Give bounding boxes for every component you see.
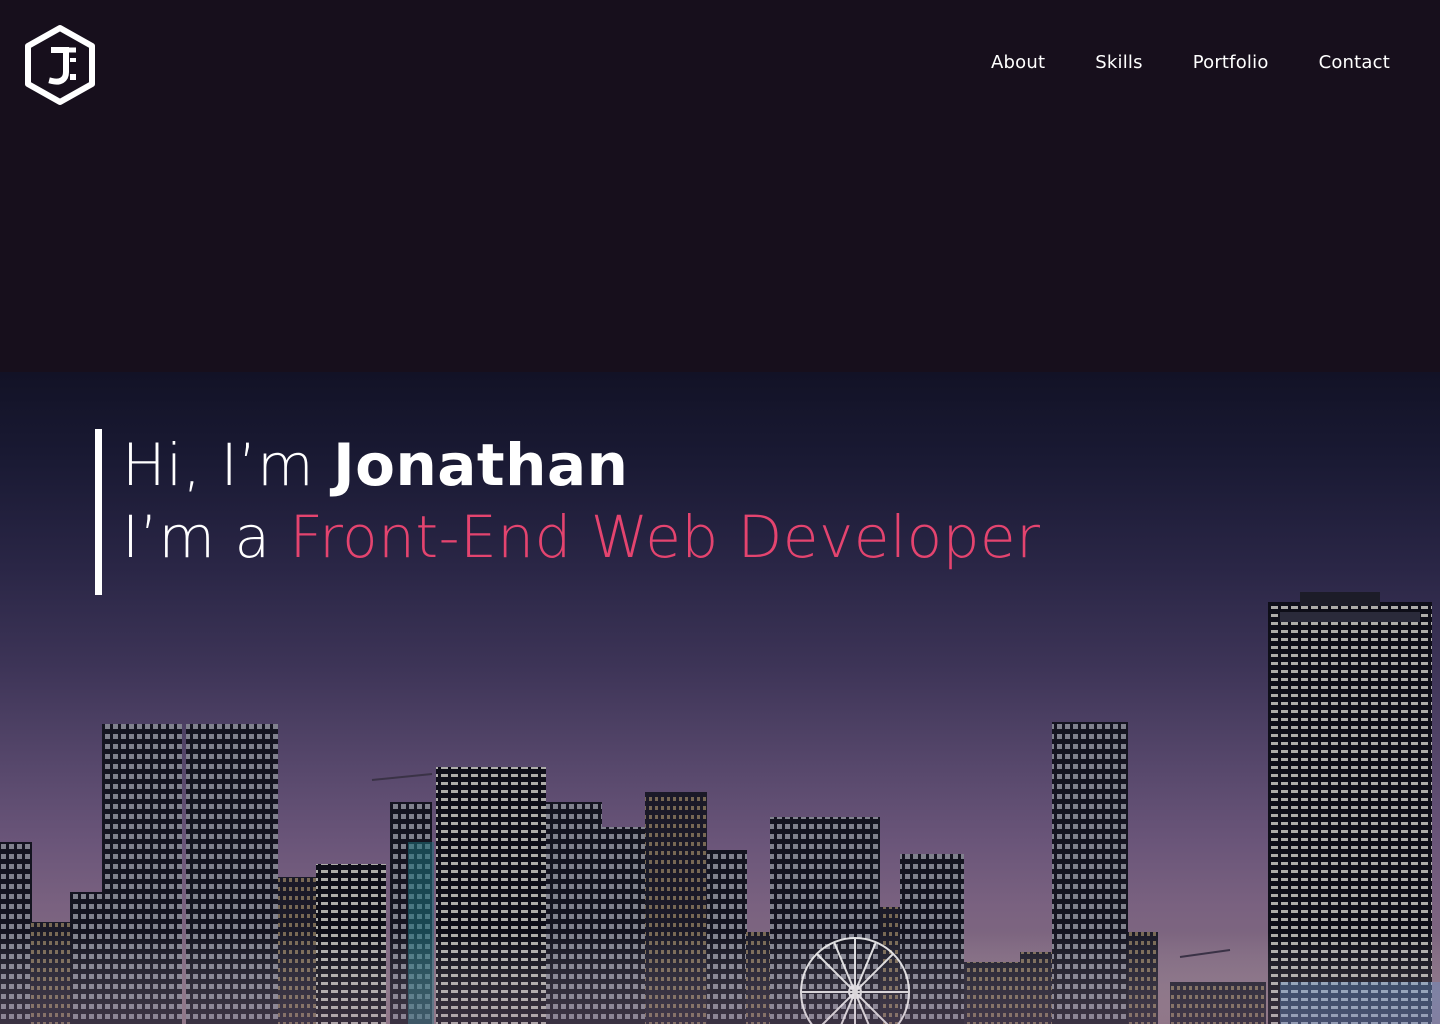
- nav-skills-link[interactable]: Skills: [1095, 52, 1142, 73]
- greeting-line: Hi, I’m Jonathan: [122, 429, 1040, 501]
- hexagon-jf-logo-icon: [25, 25, 95, 105]
- nav-portfolio-link[interactable]: Portfolio: [1193, 52, 1269, 73]
- role-text: Front-End Web Developer: [289, 503, 1041, 571]
- nav-contact-link[interactable]: Contact: [1319, 52, 1390, 73]
- page: About Skills Portfolio Contact Hi, I’m J…: [0, 0, 1440, 1024]
- logo[interactable]: [24, 24, 96, 106]
- greeting-prefix: Hi, I’m: [122, 431, 334, 499]
- main-nav: About Skills Portfolio Contact: [941, 52, 1390, 73]
- hero-headline: Hi, I’m Jonathan I’m a Front-End Web Dev…: [95, 429, 1040, 595]
- name-text: Jonathan: [333, 431, 629, 499]
- role-prefix: I’m a: [122, 503, 290, 571]
- role-line: I’m a Front-End Web Developer: [122, 501, 1040, 573]
- site-header: About Skills Portfolio Contact: [0, 0, 1440, 130]
- nav-about-link[interactable]: About: [991, 52, 1045, 73]
